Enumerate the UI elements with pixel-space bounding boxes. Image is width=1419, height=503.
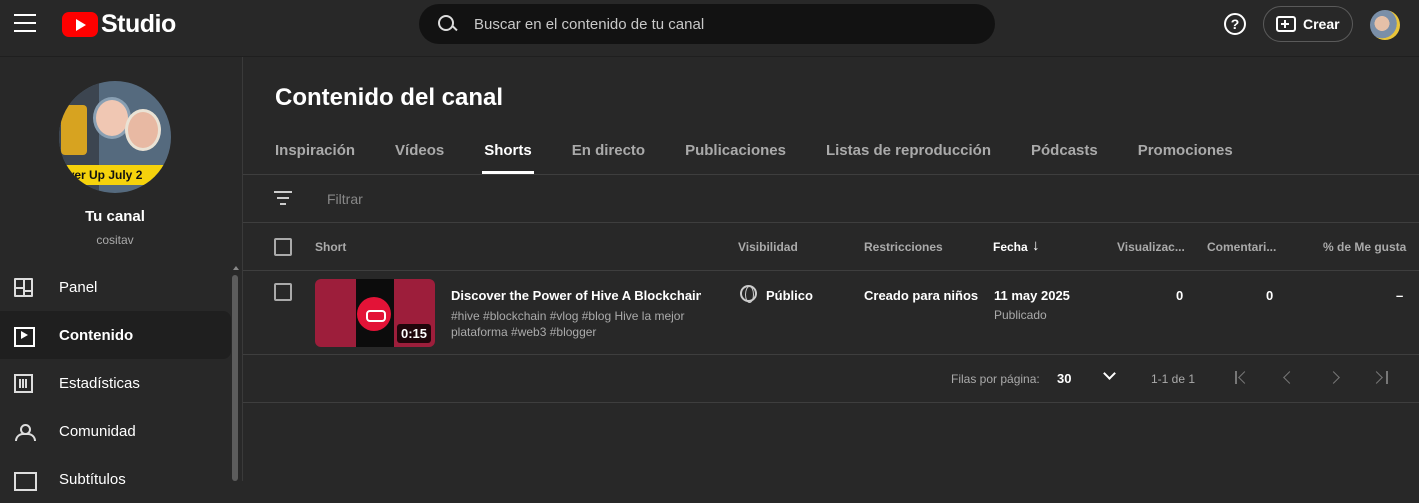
tab-podcasts[interactable]: Pódcasts [1031,128,1098,174]
logo-text: Studio [101,10,176,38]
sidebar-item-analytics[interactable]: Estadísticas [0,359,231,407]
tab-inspiration[interactable]: Inspiración [275,128,355,174]
avatar-face-right [125,109,161,151]
next-page-icon[interactable] [1327,371,1340,384]
studio-logo[interactable]: Studio [62,10,176,39]
sidebar-item-label: Subtítulos [59,470,126,488]
column-comments[interactable]: Comentari... [1207,240,1276,254]
chevron-down-icon[interactable] [1103,367,1116,380]
channel-label: Tu canal [85,208,145,225]
globe-icon [740,285,757,303]
search-icon[interactable] [437,14,457,34]
column-date[interactable]: Fecha [993,240,1028,254]
page-range: 1-1 de 1 [1151,372,1196,386]
visibility-value[interactable]: Público [766,288,813,303]
sidebar-scrollbar[interactable] [232,275,238,481]
sidebar-item-content[interactable]: Contenido [0,311,231,359]
sidebar-item-panel[interactable]: Panel [0,263,231,311]
scroll-up-arrow[interactable] [233,266,239,270]
status-value: Publicado [994,308,1047,322]
first-page-bar [1235,371,1237,384]
rows-per-page-label: Filas por página: [951,372,1040,386]
pagination: Filas por página: 30 1-1 de 1 [243,355,1419,403]
content-tabs: Inspiración Vídeos Shorts En directo Pub… [275,128,1273,174]
rows-per-page-select[interactable]: 30 [1057,371,1071,386]
column-visibility[interactable]: Visibilidad [738,240,798,254]
video-thumbnail[interactable]: 0:15 [315,279,435,347]
column-short[interactable]: Short [315,240,346,254]
video-description: #hive #blockchain #vlog #blog Hive la me… [451,309,685,339]
filter-icon[interactable] [274,191,292,205]
dashboard-icon [14,277,33,297]
comments-value: 0 [1266,288,1274,303]
views-value: 0 [1176,288,1184,303]
tab-playlists[interactable]: Listas de reproducción [826,128,991,174]
sidebar-item-label: Contenido [59,326,134,344]
top-bar: Studio ? Crear [0,0,1419,57]
divider [243,402,1419,403]
search-input[interactable] [474,15,954,33]
help-icon[interactable]: ? [1224,13,1246,35]
tab-posts[interactable]: Publicaciones [685,128,786,174]
sidebar-nav: Panel Contenido Estadísticas Comunidad S… [0,263,231,503]
analytics-icon [14,373,33,393]
sidebar-item-community[interactable]: Comunidad [0,407,231,455]
page-title: Contenido del canal [275,84,504,111]
channel-avatar[interactable]: wer Up July 2 [59,81,171,193]
sidebar: wer Up July 2 Tu canal cositav Panel Con… [0,57,243,491]
column-likes[interactable]: % de Me gusta [1323,240,1406,254]
main-content: Contenido del canal Inspiración Vídeos S… [243,57,1419,481]
avatar-banner-text: wer Up July 2 [59,165,171,185]
create-button[interactable]: Crear [1263,6,1353,42]
youtube-logo-icon [62,12,98,37]
account-avatar[interactable] [1370,10,1400,40]
tab-promotions[interactable]: Promociones [1138,128,1233,174]
sidebar-item-label: Panel [59,278,98,296]
sidebar-item-label: Comunidad [59,422,136,440]
table-header: Short Visibilidad Restricciones Fecha ↓ … [243,223,1419,270]
first-page-icon[interactable] [1238,371,1251,384]
subtitles-icon [14,470,37,491]
tab-videos[interactable]: Vídeos [395,128,444,174]
create-video-icon [1276,16,1296,32]
avatar-badge [61,105,87,155]
likes-value: – [1396,288,1404,303]
hive-logo-icon [357,297,391,331]
last-page-icon[interactable] [1370,371,1383,384]
channel-handle: cositav [96,233,134,247]
sidebar-item-subtitles[interactable]: Subtítulos [0,455,231,503]
row-checkbox[interactable] [274,283,292,301]
select-all-checkbox[interactable] [274,238,292,256]
divider [243,174,1419,175]
previous-page-icon[interactable] [1283,371,1296,384]
filter-input[interactable]: Filtrar [327,191,363,207]
date-value: 11 may 2025 [994,288,1070,303]
community-icon [14,422,36,441]
tab-shorts[interactable]: Shorts [482,128,534,174]
video-duration: 0:15 [396,324,431,343]
video-title[interactable]: Discover the Power of Hive A Blockchain … [451,288,701,303]
column-views[interactable]: Visualizac... [1117,240,1185,254]
create-label: Crear [1303,16,1340,32]
menu-icon[interactable] [14,14,36,32]
table-row[interactable]: 0:15 Discover the Power of Hive A Blockc… [243,271,1419,354]
last-page-bar [1386,371,1388,384]
sort-down-icon[interactable]: ↓ [1032,237,1040,254]
restrictions-value: Creado para niños [864,288,979,303]
sidebar-item-label: Estadísticas [59,374,140,392]
tab-live[interactable]: En directo [572,128,645,174]
column-restrictions[interactable]: Restricciones [864,240,943,254]
content-icon [14,326,35,347]
search-bar[interactable] [419,4,995,44]
